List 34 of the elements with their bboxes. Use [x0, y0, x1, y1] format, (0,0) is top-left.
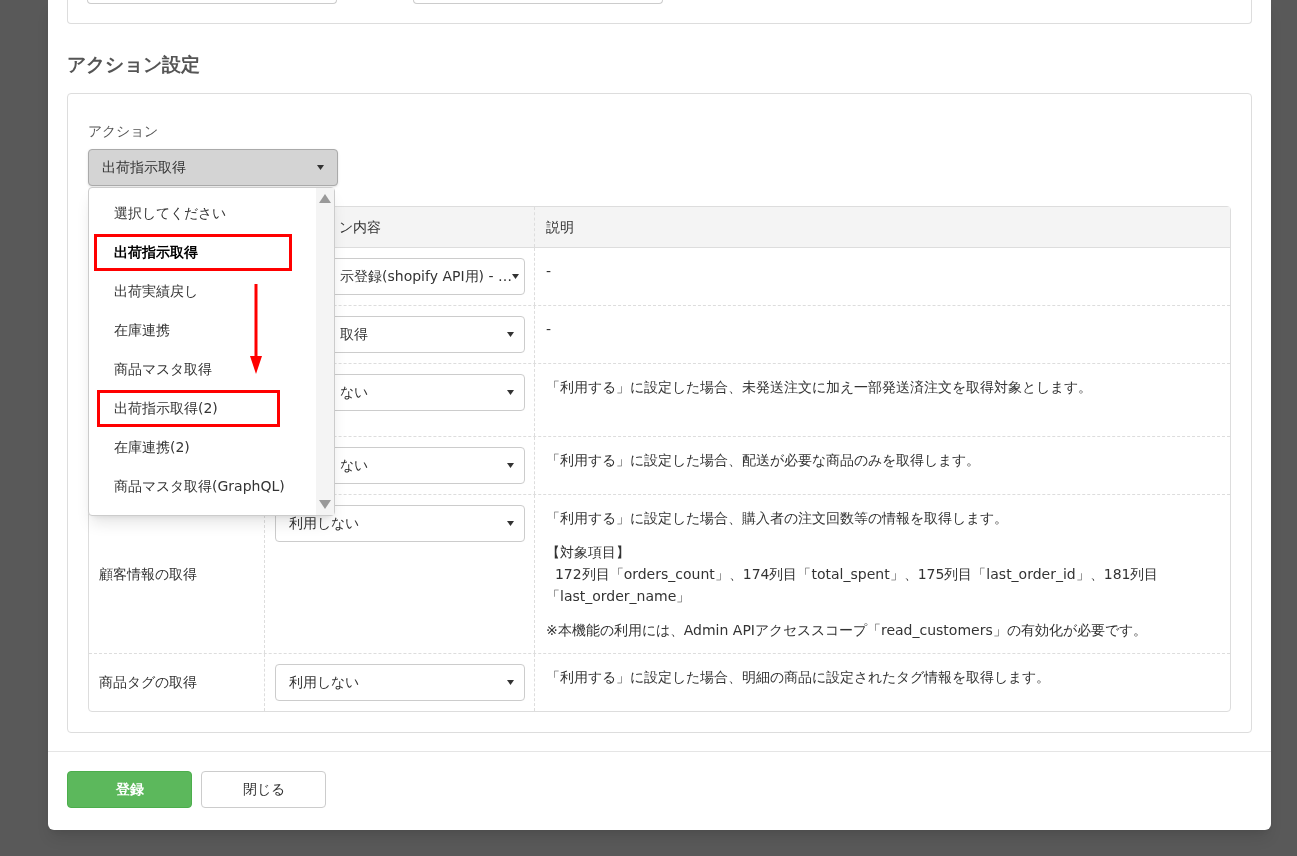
dropdown-option[interactable]: 出荷実績戻し: [114, 281, 198, 302]
description-text: 「利用する」に設定した場合、配送が必要な商品のみを取得します。: [546, 451, 981, 470]
column-header: 説明: [546, 217, 574, 237]
section-title: アクション設定: [67, 52, 201, 77]
description-text: 「利用する」に設定した場合、明細の商品に設定されたタグ情報を取得します。: [546, 668, 1051, 687]
description-text: ※本機能の利用には、Admin APIアクセススコープ「read_customers」の有効化が必要です。: [546, 621, 1148, 640]
field-label: アクション: [88, 122, 159, 140]
caret-icon: [507, 332, 514, 337]
row-label: 顧客情報の取得: [99, 564, 197, 584]
caret-icon: [507, 680, 514, 685]
caret-icon: [507, 521, 514, 526]
action-select[interactable]: 出荷指示取得: [88, 149, 338, 186]
scroll-down-icon[interactable]: [319, 500, 331, 509]
caret-icon: [507, 463, 514, 468]
dropdown-option[interactable]: 在庫連携(2): [114, 437, 190, 458]
caret-icon: [507, 390, 514, 395]
caret-icon: [511, 274, 519, 279]
column-header: ン内容: [339, 217, 381, 237]
description-text: -: [546, 262, 553, 281]
option-select[interactable]: 利用しない: [275, 664, 525, 701]
scroll-bar[interactable]: [316, 188, 334, 515]
dropdown-option[interactable]: 出荷指示取得: [114, 242, 198, 263]
description-text: 【対象項目】 172列目「orders_count」、174列目「total_spent」、175列目「last_order_id」、181列目 「last_order_name」: [546, 543, 1160, 606]
dropdown-option[interactable]: 出荷指示取得(2): [114, 398, 218, 419]
row-label: 商品タグの取得: [99, 673, 197, 692]
caret-icon: [317, 165, 324, 170]
description-text: 「利用する」に設定した場合、未発送注文に加え一部発送済注文を取得対象とします。: [546, 378, 1093, 397]
dropdown-option[interactable]: 商品マスタ取得: [114, 359, 212, 380]
dropdown-option[interactable]: 在庫連携: [114, 320, 170, 341]
description-text: -: [546, 320, 553, 339]
description-text: 「利用する」に設定した場合、購入者の注文回数等の情報を取得します。: [546, 509, 1009, 528]
scroll-up-icon[interactable]: [319, 194, 331, 203]
close-button[interactable]: 閉じる: [201, 771, 326, 808]
dropdown-option[interactable]: 選択してください: [114, 203, 226, 224]
